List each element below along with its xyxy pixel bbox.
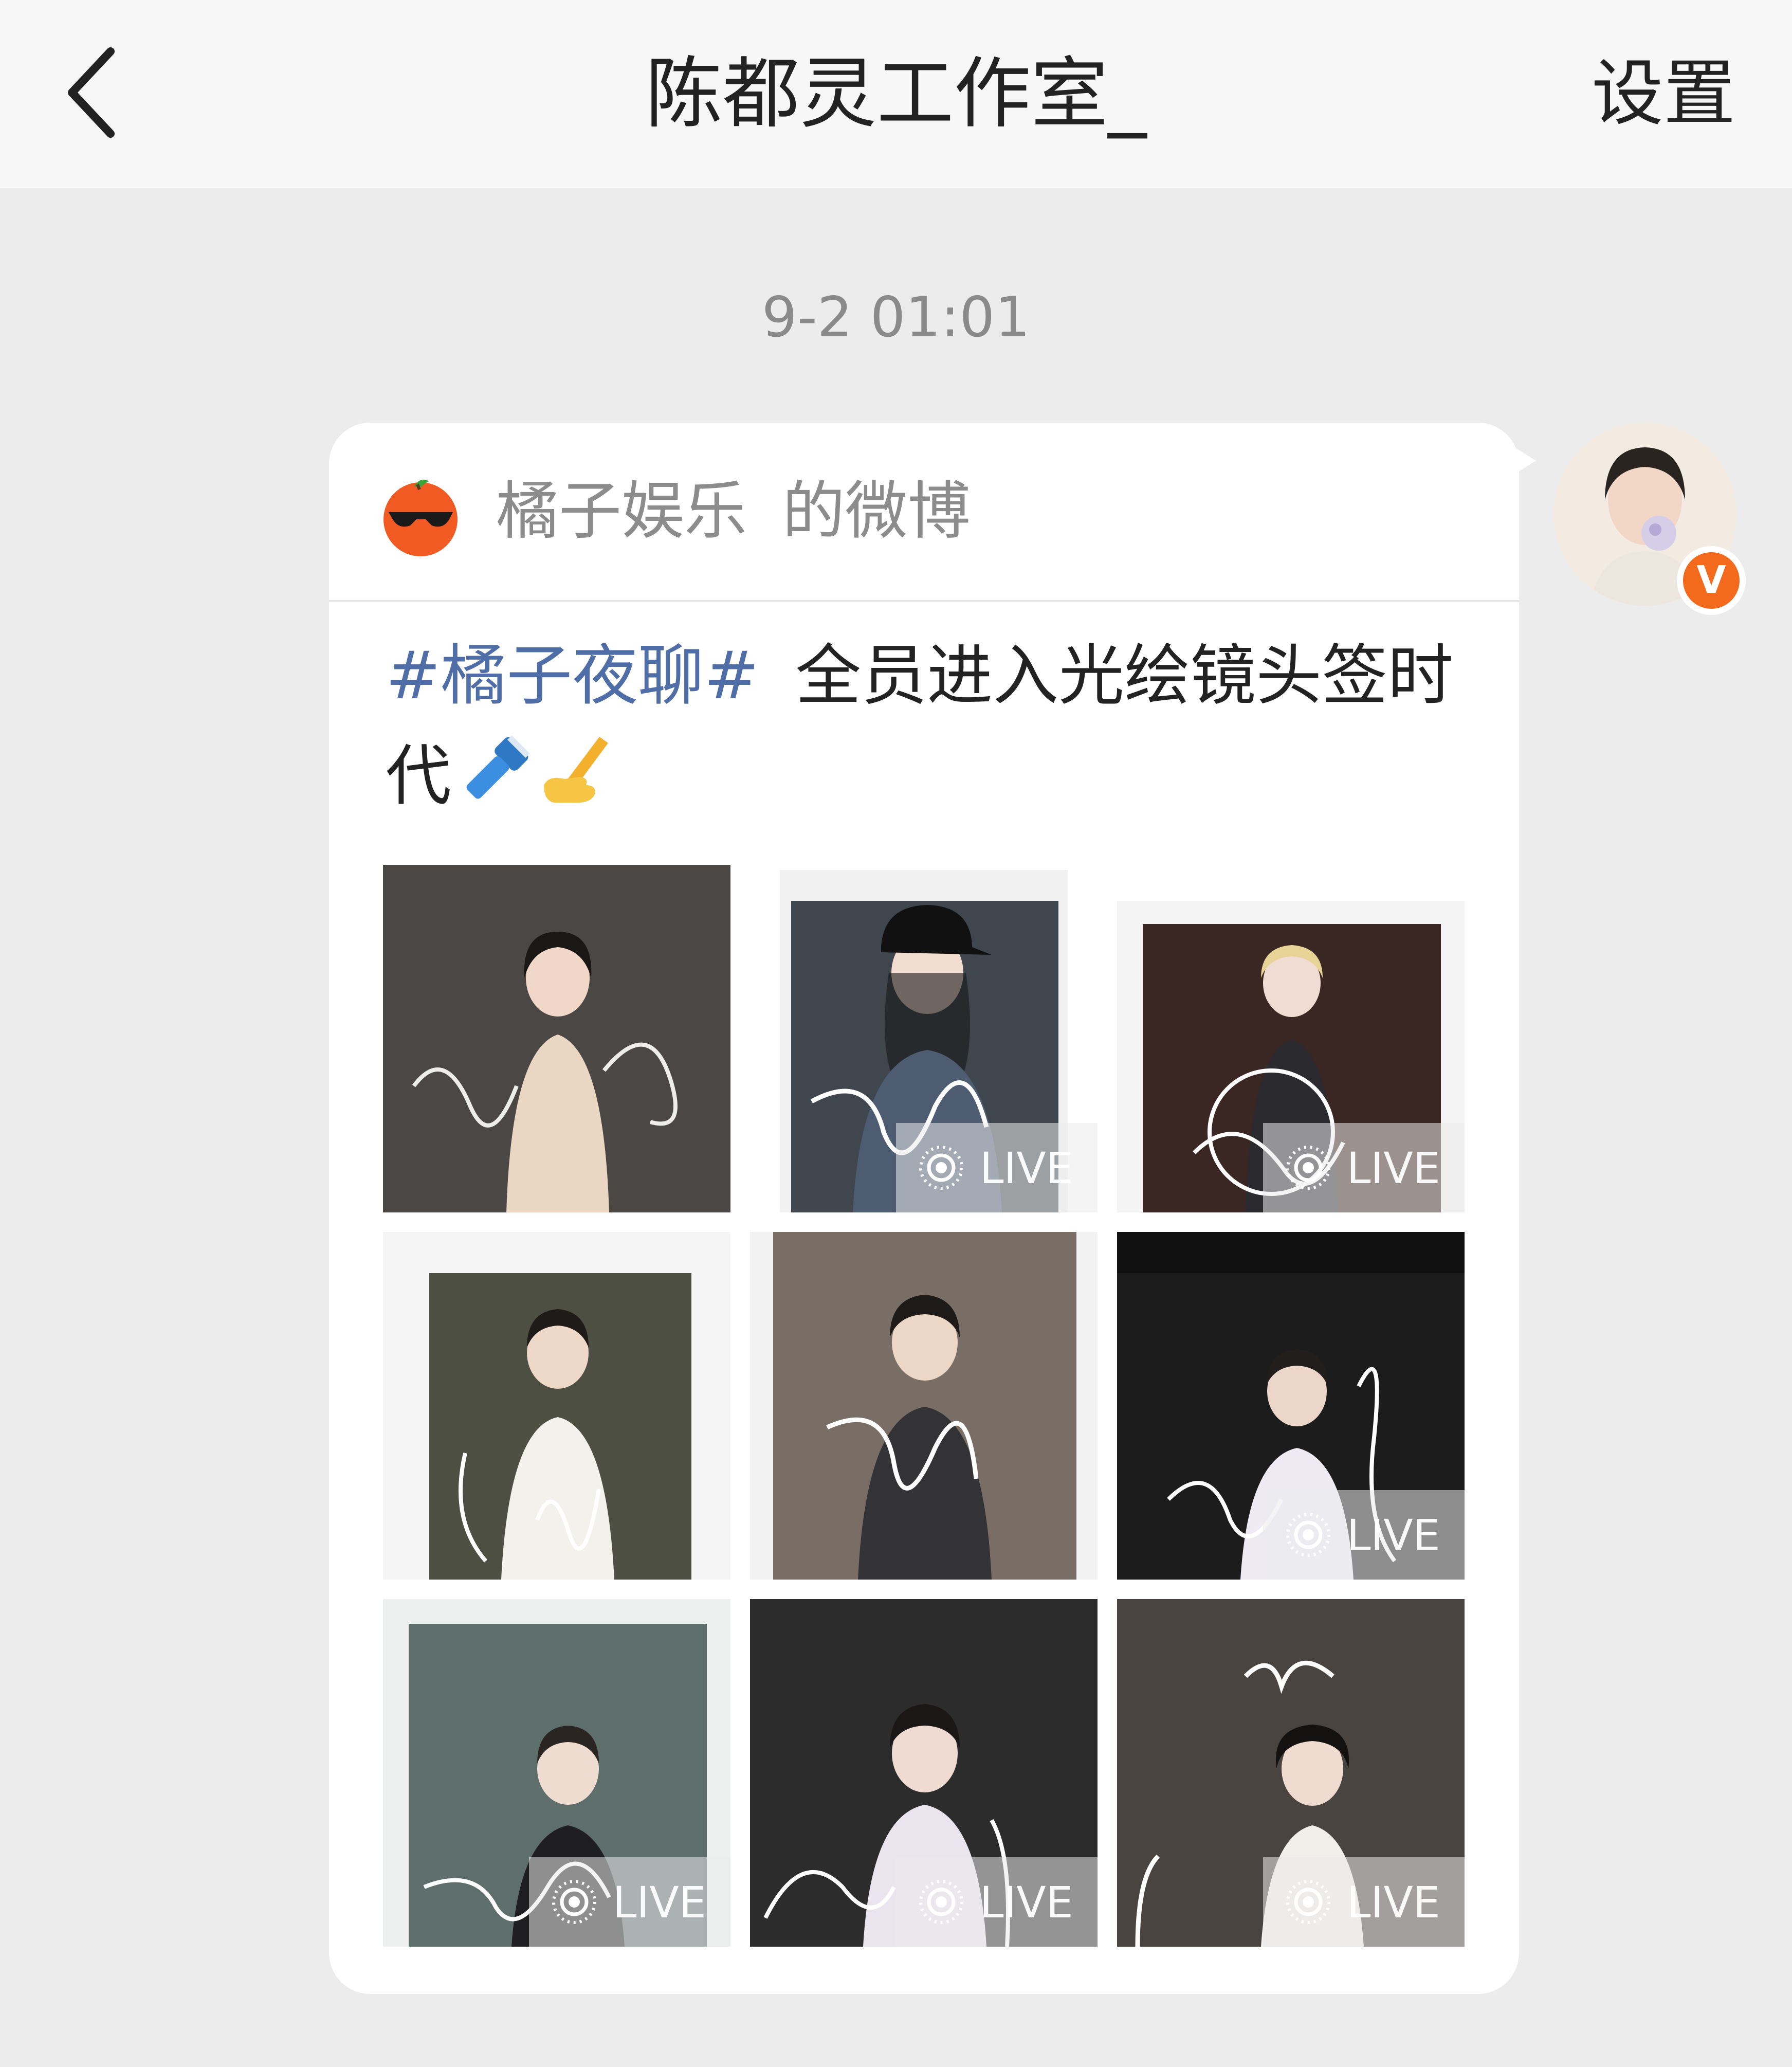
photo-tile[interactable]: LIVE xyxy=(1117,865,1465,1212)
photo-image xyxy=(383,1232,730,1580)
verified-badge: V xyxy=(1677,546,1746,615)
live-photo-icon xyxy=(1286,1146,1330,1190)
live-photo-icon xyxy=(919,1880,963,1924)
settings-button[interactable]: 设置 xyxy=(1592,0,1735,188)
photo-tile[interactable] xyxy=(383,1232,730,1580)
photo-tile[interactable] xyxy=(383,865,730,1212)
message-timestamp: 9-2 01:01 xyxy=(762,285,1030,350)
live-badge: LIVE xyxy=(1263,1490,1465,1580)
top-nav-bar: 陈都灵工作室_ 设置 xyxy=(0,0,1792,188)
orange-icon xyxy=(383,479,458,556)
live-label: LIVE xyxy=(1346,1510,1440,1561)
photo-tile[interactable]: LIVE xyxy=(383,1599,730,1947)
photo-tile[interactable]: LIVE xyxy=(750,1599,1098,1947)
photo-grid: LIVE LIVE LIVE LIVE LIVE LIVE xyxy=(383,865,1465,1947)
live-label: LIVE xyxy=(1346,1877,1440,1928)
source-suffix: 的微博 xyxy=(782,475,971,548)
live-photo-icon xyxy=(1286,1513,1330,1557)
photo-image xyxy=(383,865,730,1212)
live-badge: LIVE xyxy=(1263,1123,1465,1212)
photo-image xyxy=(750,1232,1098,1580)
writing-hand-icon xyxy=(539,732,616,837)
post-text: #橘子夜聊# 全员进入光绘镜头签时代 xyxy=(386,626,1465,837)
live-badge: LIVE xyxy=(896,1857,1098,1947)
post-source-row[interactable]: 橘子娱乐 的微博 xyxy=(329,423,1519,602)
live-label: LIVE xyxy=(612,1877,706,1928)
shared-post-card[interactable]: 橘子娱乐 的微博 #橘子夜聊# 全员进入光绘镜头签时代 LIVE LIVE LI… xyxy=(329,423,1519,1994)
live-label: LIVE xyxy=(1346,1143,1440,1193)
live-badge: LIVE xyxy=(1263,1857,1465,1947)
live-badge: LIVE xyxy=(896,1123,1098,1212)
photo-tile[interactable] xyxy=(750,1232,1098,1580)
photo-tile[interactable]: LIVE xyxy=(750,865,1098,1212)
photo-tile[interactable]: LIVE xyxy=(1117,1232,1465,1580)
post-hashtag[interactable]: #橘子夜聊# xyxy=(386,638,759,714)
live-photo-icon xyxy=(1286,1880,1330,1924)
flashlight-icon xyxy=(456,732,534,837)
live-label: LIVE xyxy=(979,1877,1073,1928)
page-title: 陈都灵工作室_ xyxy=(645,49,1147,139)
photo-tile[interactable]: LIVE xyxy=(1117,1599,1465,1947)
live-badge: LIVE xyxy=(529,1857,730,1947)
source-account-name[interactable]: 橘子娱乐 xyxy=(496,475,747,548)
live-photo-icon xyxy=(919,1146,963,1190)
live-photo-icon xyxy=(552,1880,596,1924)
live-label: LIVE xyxy=(979,1143,1073,1193)
source-label: 橘子娱乐 的微博 xyxy=(496,423,971,600)
